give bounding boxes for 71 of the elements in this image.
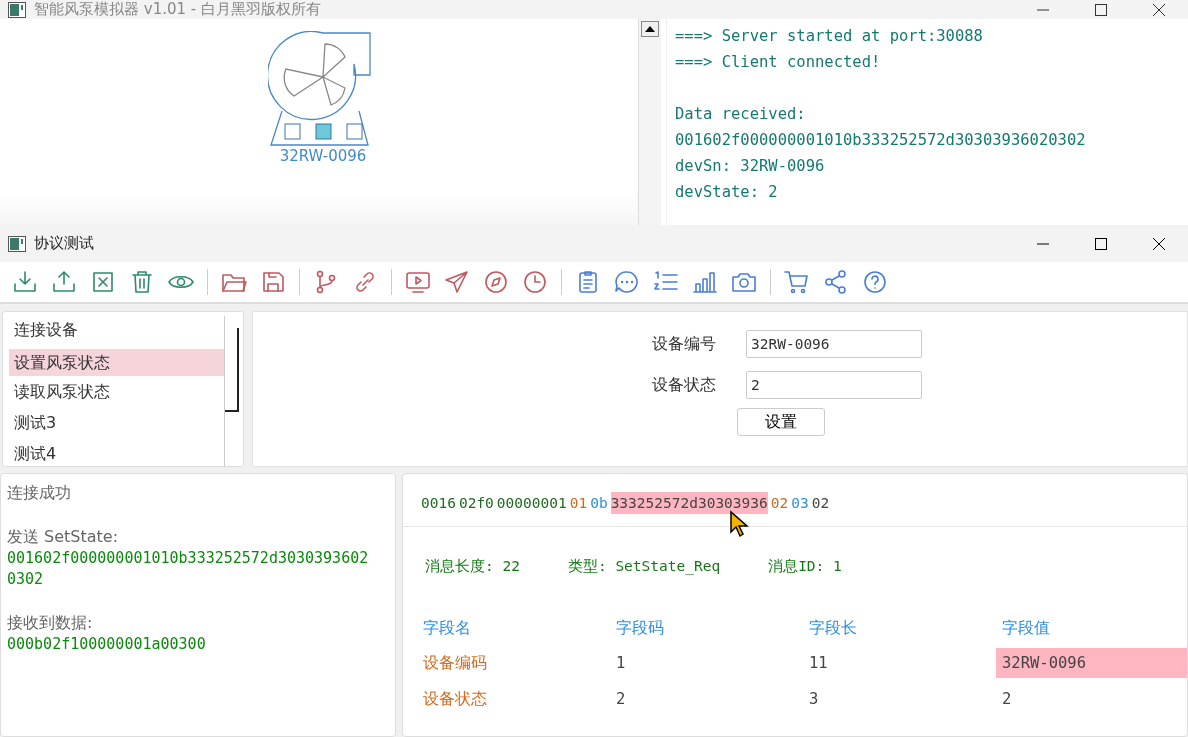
hex-segment[interactable]: 02f0 xyxy=(458,492,494,514)
window-title: 智能风泵模拟器 v1.01 - 白月黑羽版权所有 xyxy=(34,0,321,19)
message-label: 连接成功 xyxy=(7,482,72,504)
log-line: ===> Server started at port:30088 xyxy=(675,26,984,47)
pointer-cursor-icon xyxy=(729,510,751,538)
app-icon xyxy=(8,235,26,252)
window-title: 协议测试 xyxy=(34,234,94,253)
scrollbar[interactable] xyxy=(224,316,239,466)
log-line: ===> Client connected! xyxy=(675,52,882,73)
share-icon[interactable] xyxy=(823,270,849,294)
maximize-icon[interactable] xyxy=(1095,3,1107,16)
upload-icon[interactable] xyxy=(51,270,77,294)
log-line: devSn: 32RW-0096 xyxy=(675,156,826,177)
list-item[interactable]: 测试3 xyxy=(9,409,224,440)
hex-segment[interactable]: 01 xyxy=(569,492,588,514)
log-line: 001602f000000001010b333252572d30303936020302 xyxy=(675,130,1087,151)
hex-segment[interactable]: 333252572d30303936 xyxy=(610,492,768,514)
summary-text: 消息长度: 22 xyxy=(425,557,520,576)
column-header: 字段长 xyxy=(809,617,858,639)
log-line: Data received: xyxy=(675,104,807,125)
table-cell-text: 3 xyxy=(809,689,820,710)
message-data: 000b02f100000001a00300 xyxy=(7,634,207,655)
clock-icon[interactable] xyxy=(522,270,548,294)
table-cell-text: 设备编码 xyxy=(423,653,488,674)
hex-segment[interactable]: 0b xyxy=(590,492,608,514)
input-field[interactable]: 32RW-0096 xyxy=(746,330,922,358)
scroll-up-button[interactable] xyxy=(641,21,659,37)
table-cell-text: 2 xyxy=(616,689,627,710)
list-item[interactable]: 连接设备 xyxy=(9,316,224,347)
set-button[interactable]: 设置 xyxy=(737,408,825,436)
hex-segment[interactable]: 00000001 xyxy=(496,492,567,514)
table-cell-text: 11 xyxy=(809,653,829,674)
table-cell[interactable]: 2 xyxy=(996,684,1187,714)
hex-segment[interactable]: 03 xyxy=(791,492,809,514)
hex-segment[interactable]: 02 xyxy=(811,492,830,514)
send-icon[interactable] xyxy=(444,270,470,294)
close-icon[interactable] xyxy=(1153,3,1165,16)
chat-icon[interactable] xyxy=(614,270,640,294)
summary-text: 消息ID: 1 xyxy=(768,557,842,576)
help-icon[interactable] xyxy=(862,270,888,294)
table-cell[interactable]: 32RW-0096 xyxy=(996,648,1187,678)
message-data: 001602f000000001010b333252572d30303936020302 xyxy=(7,548,370,590)
field-label: 设备状态 xyxy=(651,374,716,396)
column-header: 字段值 xyxy=(1002,617,1051,639)
input-field[interactable]: 2 xyxy=(746,371,922,399)
device-label: 32RW-0096 xyxy=(279,147,367,165)
message-label: 发送 SetState: xyxy=(7,526,120,548)
save-icon[interactable] xyxy=(260,270,286,294)
list-item[interactable]: 设置风泵状态 xyxy=(9,349,224,376)
list-item[interactable]: 测试4 xyxy=(9,440,224,471)
summary-text: 类型: SetState_Req xyxy=(567,557,721,576)
close-icon[interactable] xyxy=(1153,237,1165,250)
camera-icon[interactable] xyxy=(731,270,757,294)
table-cell-text: 设备状态 xyxy=(423,689,488,710)
compass-icon[interactable] xyxy=(483,270,509,294)
maximize-icon[interactable] xyxy=(1095,237,1107,250)
close-square-icon[interactable] xyxy=(90,270,116,294)
bar-chart-icon[interactable] xyxy=(692,270,718,294)
column-header: 字段名 xyxy=(423,617,472,639)
list-item[interactable]: 读取风泵状态 xyxy=(9,378,224,409)
hex-segment[interactable]: 02 xyxy=(770,492,789,514)
cart-icon[interactable] xyxy=(784,270,810,294)
column-header: 字段码 xyxy=(616,617,665,639)
message-label: 接收到数据: xyxy=(7,612,94,634)
table-cell-text: 1 xyxy=(616,653,627,674)
hex-segment[interactable]: 0016 xyxy=(421,492,456,514)
log-line: devState: 2 xyxy=(675,182,779,203)
trash-icon[interactable] xyxy=(129,270,155,294)
play-screen-icon[interactable] xyxy=(405,270,431,294)
download-icon[interactable] xyxy=(12,270,38,294)
field-label: 设备编号 xyxy=(651,333,716,355)
